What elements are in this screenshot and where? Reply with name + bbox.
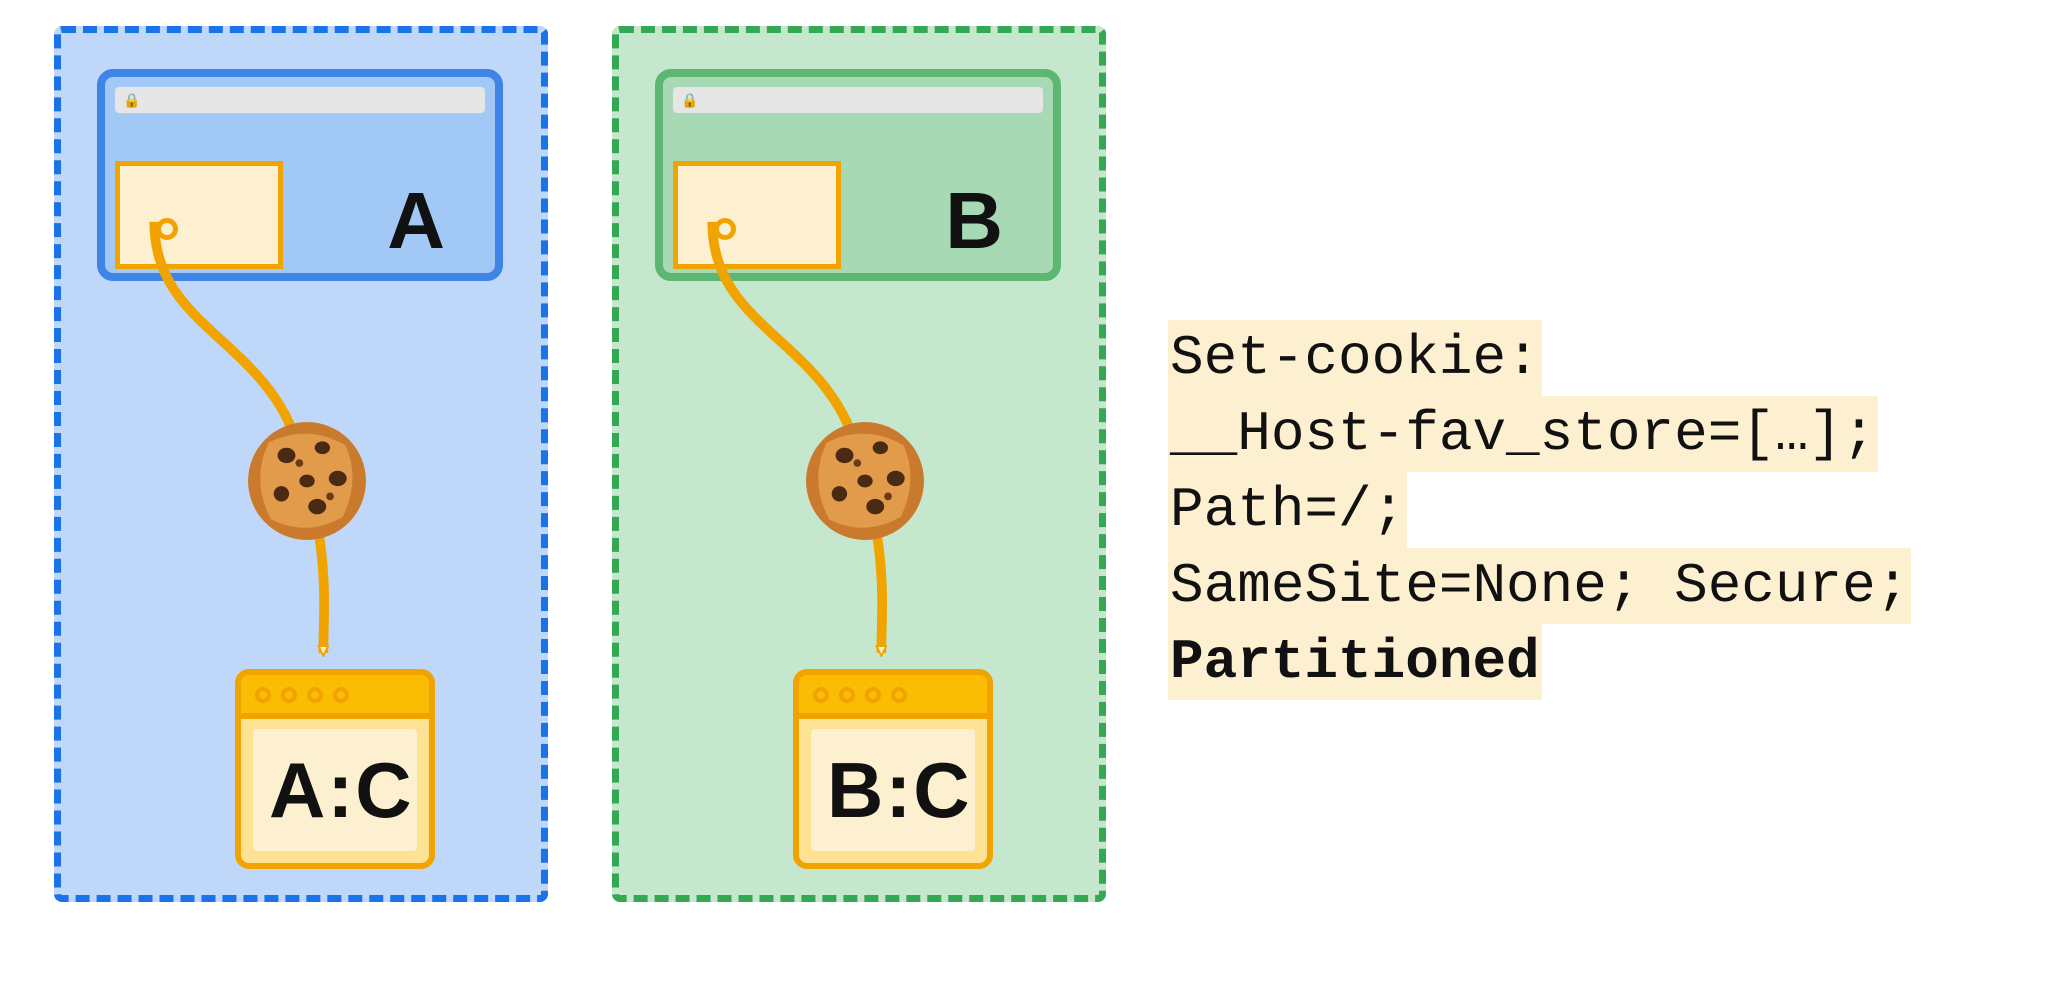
embedded-iframe-a bbox=[115, 161, 283, 269]
cookie-icon bbox=[801, 417, 929, 545]
code-line-1: Set-cookie: bbox=[1168, 320, 1542, 396]
main-pane-b: B bbox=[859, 161, 1043, 269]
toolbar-strip bbox=[115, 119, 485, 139]
cookie-icon bbox=[243, 417, 371, 545]
arrow-anchor-icon bbox=[156, 218, 178, 240]
jar-label-a: A:C bbox=[269, 745, 414, 836]
jar-body: B:C bbox=[811, 729, 975, 851]
code-line-3: Path=/; bbox=[1168, 472, 1407, 548]
jar-titlebar bbox=[241, 675, 429, 719]
code-line-4: SameSite=None; Secure; bbox=[1168, 548, 1911, 624]
browser-a: 🔒 A bbox=[97, 69, 503, 281]
code-line-5: Partitioned bbox=[1168, 624, 1542, 700]
diagram: 🔒 A bbox=[0, 0, 2048, 1005]
code-line-2: __Host-fav_store=[…]; bbox=[1168, 396, 1878, 472]
jar-window-dots-icon bbox=[255, 687, 349, 703]
site-label-b: B bbox=[945, 175, 1003, 267]
jar-window-dots-icon bbox=[813, 687, 907, 703]
jar-body: A:C bbox=[253, 729, 417, 851]
arrow-anchor-icon bbox=[714, 218, 736, 240]
main-pane-a: A bbox=[301, 161, 485, 269]
browser-b: 🔒 B bbox=[655, 69, 1061, 281]
cookie-jar-a: A:C bbox=[235, 669, 435, 869]
site-label-a: A bbox=[387, 175, 445, 267]
toolbar-strip bbox=[673, 119, 1043, 139]
partition-a: 🔒 A bbox=[54, 26, 548, 902]
lock-icon: 🔒 bbox=[681, 92, 695, 108]
address-bar: 🔒 bbox=[115, 87, 485, 113]
embedded-iframe-b bbox=[673, 161, 841, 269]
partition-b: 🔒 B bbox=[612, 26, 1106, 902]
set-cookie-header: Set-cookie: __Host-fav_store=[…]; Path=/… bbox=[1168, 320, 1911, 700]
jar-titlebar bbox=[799, 675, 987, 719]
jar-label-b: B:C bbox=[827, 745, 972, 836]
cookie-jar-b: B:C bbox=[793, 669, 993, 869]
address-bar: 🔒 bbox=[673, 87, 1043, 113]
lock-icon: 🔒 bbox=[123, 92, 137, 108]
